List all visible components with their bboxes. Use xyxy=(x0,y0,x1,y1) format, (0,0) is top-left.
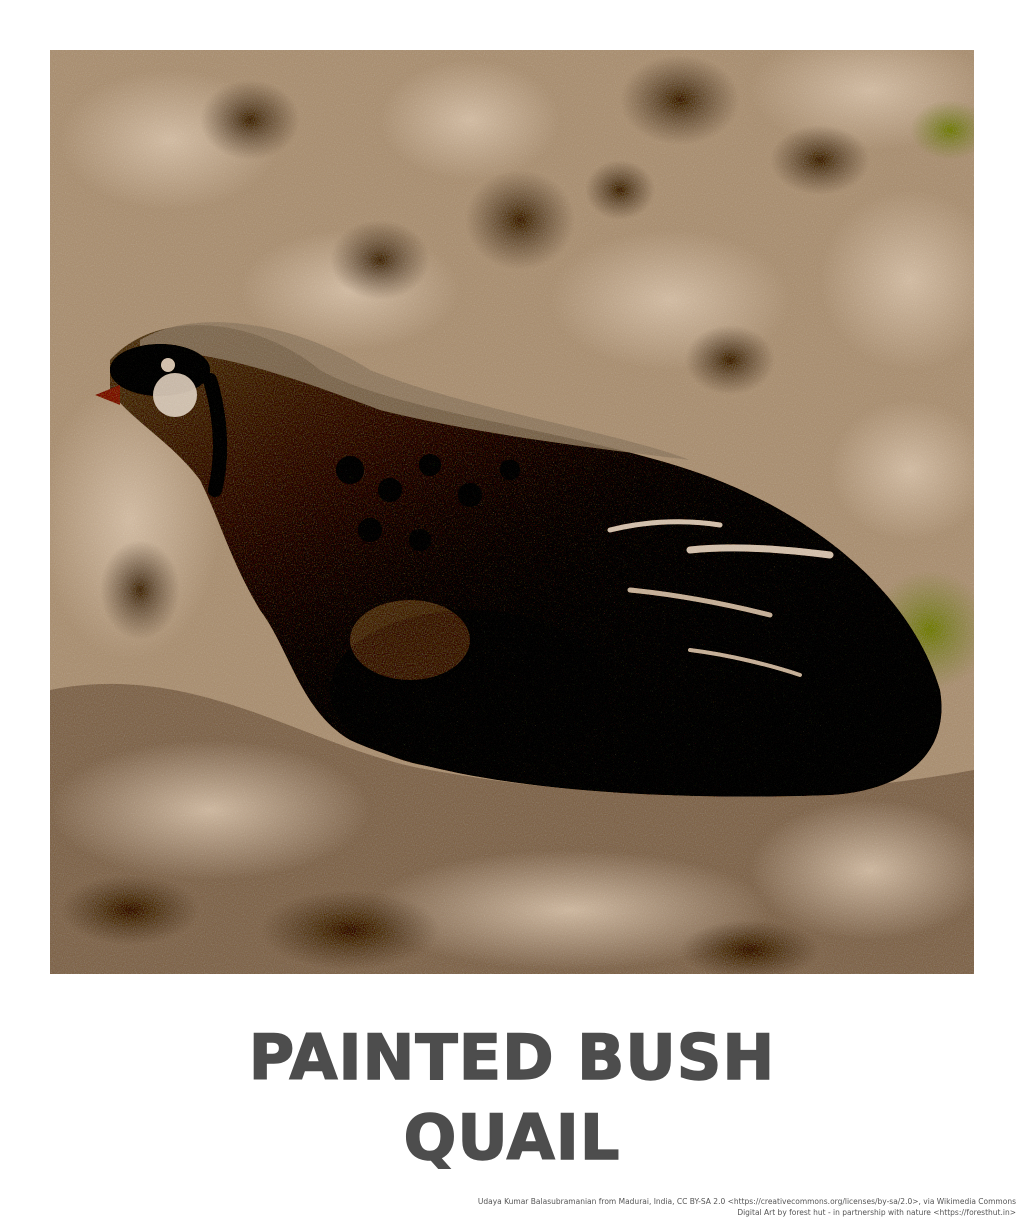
artwork-image xyxy=(50,50,974,974)
title-line-1: PAINTED BUSH xyxy=(248,1020,776,1095)
quail-painting xyxy=(50,50,974,974)
art-credit: Digital Art by forest hut - in partnersh… xyxy=(737,1208,1016,1217)
attribution: Udaya Kumar Balasubramanian from Madurai… xyxy=(478,1196,1016,1218)
title-line-2: QUAIL xyxy=(403,1100,621,1175)
photo-credit: Udaya Kumar Balasubramanian from Madurai… xyxy=(477,1197,1016,1206)
poster-title: PAINTED BUSH QUAIL xyxy=(0,1018,1024,1178)
